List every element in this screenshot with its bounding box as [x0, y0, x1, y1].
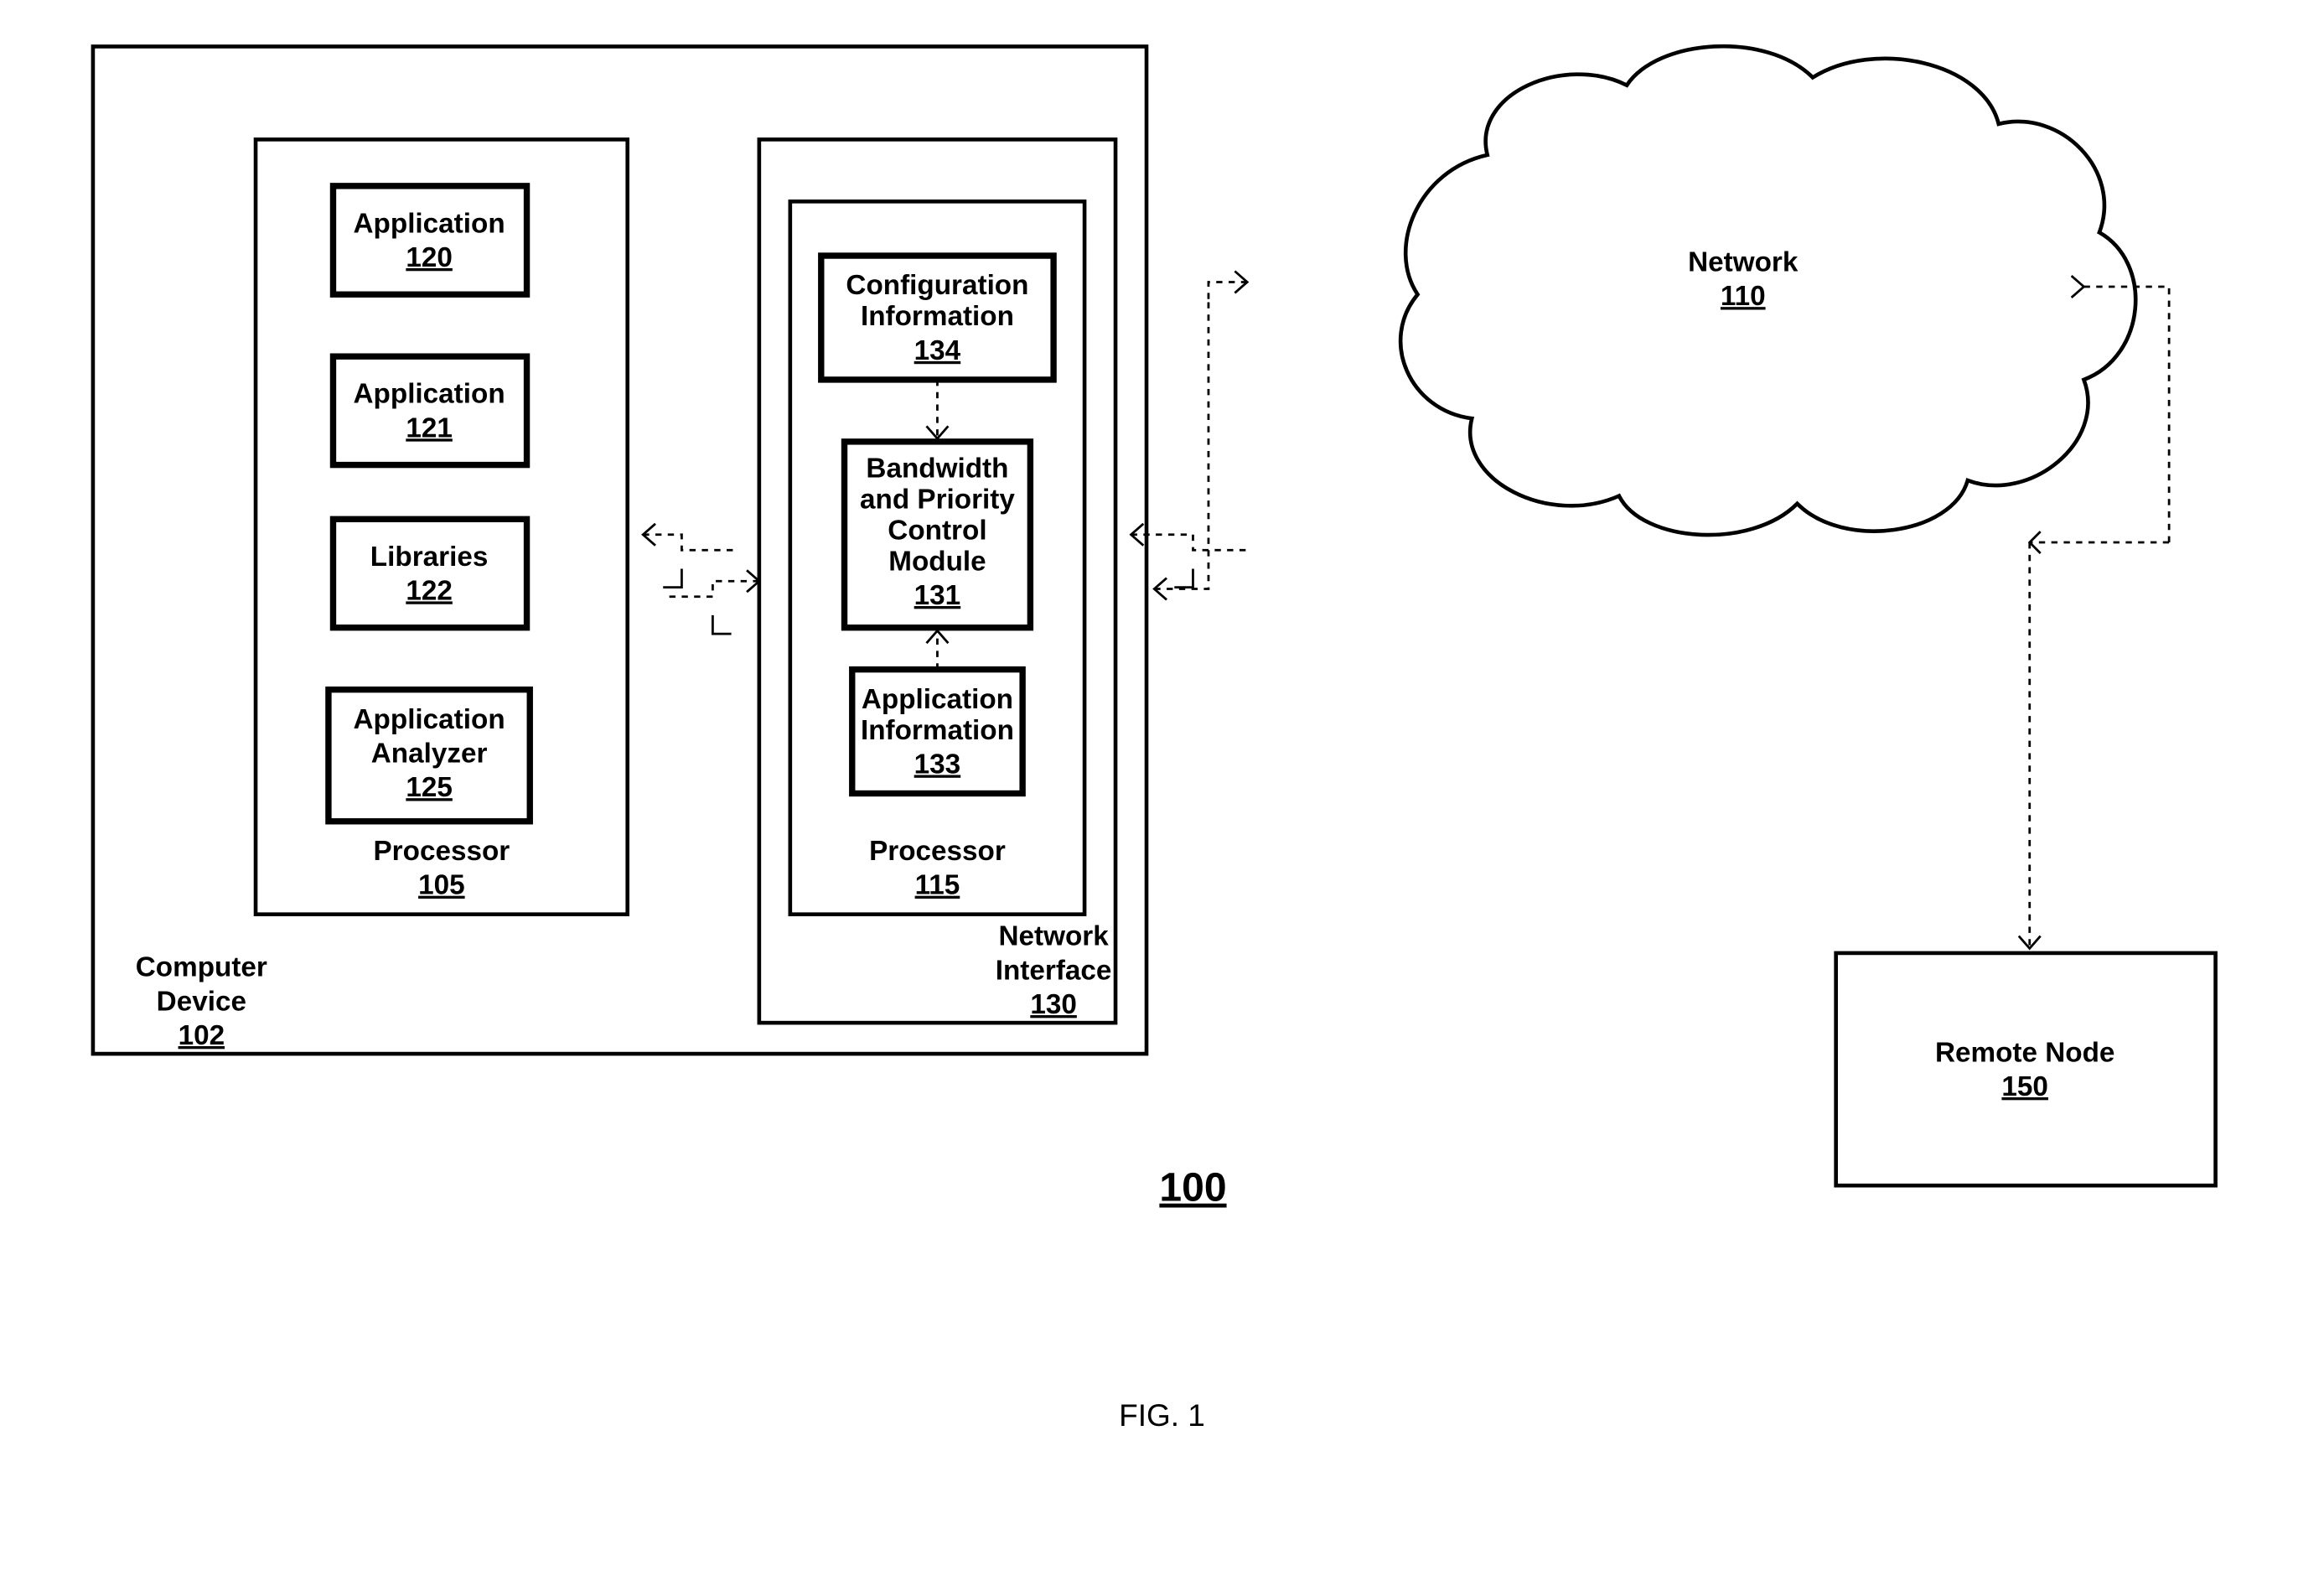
computer-device-box	[93, 46, 1146, 1054]
arrow-ni-network-down	[1154, 302, 1209, 599]
network-interface-label2: Interface	[996, 955, 1112, 986]
analyzer-125-ref: 125	[406, 772, 453, 803]
module-131-ref: 131	[914, 580, 961, 611]
processor-105-label: Processor	[374, 836, 510, 867]
application-120-ref: 120	[406, 242, 453, 273]
config-info-label1: Configuration	[846, 270, 1028, 301]
network-ref: 110	[1721, 281, 1766, 312]
application-121-ref: 121	[406, 412, 453, 443]
application-120-box	[333, 186, 526, 294]
network-label: Network	[1688, 247, 1799, 278]
network-interface-ref: 130	[1030, 989, 1077, 1020]
module-131-label3: Control	[888, 515, 986, 546]
arrow-to-remote-down	[2019, 531, 2169, 948]
config-info-label2: Information	[861, 301, 1014, 332]
libraries-122-box	[333, 519, 526, 627]
module-131-label2: and Priority	[860, 484, 1015, 515]
arrow-105-to-130	[643, 524, 736, 588]
network-interface-label1: Network	[998, 921, 1109, 952]
computer-device-ref: 102	[179, 1020, 225, 1051]
application-121-label: Application	[354, 379, 505, 410]
processor-115-ref: 115	[915, 870, 960, 901]
analyzer-125-label2: Analyzer	[371, 739, 488, 770]
libraries-122-label: Libraries	[370, 542, 489, 573]
analyzer-125-label1: Application	[354, 704, 505, 735]
remote-node-label: Remote Node	[1935, 1037, 2114, 1068]
computer-device-label2: Device	[157, 986, 246, 1017]
arrow-network-entry	[1209, 272, 1247, 303]
processor-105-ref: 105	[418, 870, 465, 901]
module-131-label4: Module	[888, 546, 986, 577]
remote-node-ref: 150	[2001, 1071, 2048, 1102]
figure-ref: 100	[1159, 1165, 1226, 1210]
application-120-label: Application	[354, 208, 505, 239]
computer-device-label: Computer	[136, 952, 267, 983]
config-info-ref: 134	[914, 335, 961, 366]
appinfo-133-label2: Information	[861, 715, 1014, 746]
module-131-label1: Bandwidth	[866, 453, 1008, 484]
appinfo-133-label1: Application	[862, 684, 1013, 715]
libraries-122-ref: 122	[406, 575, 453, 606]
remote-node-box	[1836, 953, 2216, 1185]
diagram-canvas: Computer Device 102 Processor 105 Applic…	[0, 0, 2324, 1581]
application-121-box	[333, 356, 526, 464]
appinfo-133-ref: 133	[914, 749, 961, 780]
network-cloud: Network 110	[1400, 46, 2135, 535]
arrow-130-to-105	[666, 570, 759, 634]
processor-115-label: Processor	[869, 836, 1006, 867]
figure-caption: FIG. 1	[1119, 1398, 1205, 1433]
